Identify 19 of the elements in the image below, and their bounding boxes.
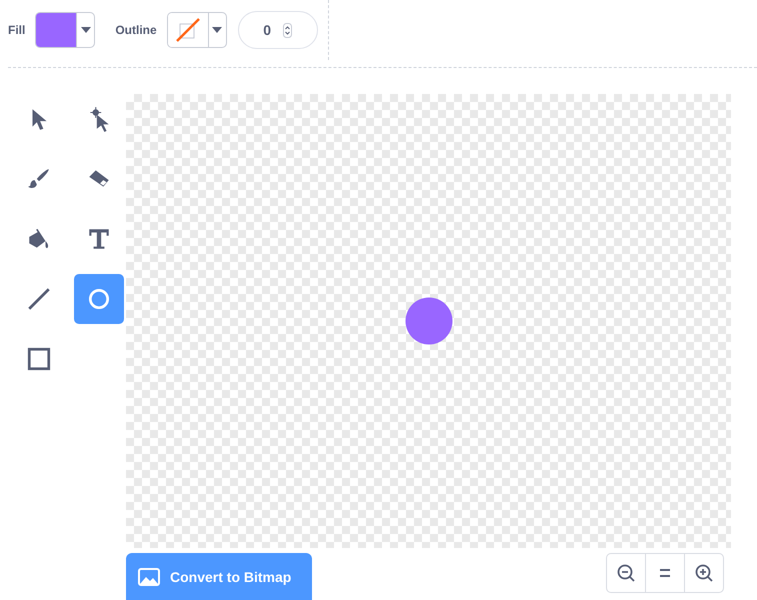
zoom-button[interactable] (606, 553, 646, 593)
zoom-in-icon (694, 563, 714, 583)
square-icon (26, 346, 52, 372)
outline-label: Outline (115, 23, 157, 37)
caret-icon (212, 27, 222, 33)
fill-color-picker[interactable] (35, 12, 96, 48)
outline-color-picker[interactable] (166, 12, 227, 48)
stepper-icon (283, 22, 292, 38)
tool-button[interactable] (74, 274, 124, 324)
caret-icon (80, 27, 91, 33)
image-icon (138, 568, 160, 586)
zoom-button[interactable] (684, 553, 724, 593)
outline-width-field[interactable]: 0 (238, 11, 318, 49)
line-icon (26, 286, 52, 312)
zoom-out-icon (616, 563, 636, 583)
circle-icon (86, 286, 112, 312)
fill-label: Fill (8, 23, 26, 37)
zoom-button[interactable] (645, 553, 685, 593)
circle-shape[interactable] (404, 297, 452, 345)
